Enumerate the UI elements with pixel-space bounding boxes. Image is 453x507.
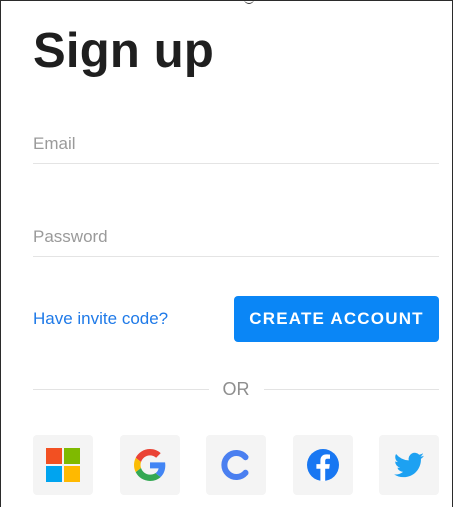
password-field[interactable]: [33, 220, 439, 254]
window-edge-fragment: [244, 0, 254, 4]
actions-row: Have invite code? CREATE ACCOUNT: [33, 296, 439, 342]
twitter-login-button[interactable]: [379, 435, 439, 495]
divider-line-left: [33, 388, 209, 390]
microsoft-icon: [46, 448, 80, 482]
facebook-icon: [306, 449, 339, 481]
c-logo-icon: [220, 449, 252, 481]
social-login-row: [33, 435, 439, 495]
or-divider: OR: [33, 377, 439, 401]
twitter-icon: [394, 450, 424, 480]
invite-code-link[interactable]: Have invite code?: [33, 309, 168, 329]
facebook-login-button[interactable]: [292, 435, 353, 495]
microsoft-login-button[interactable]: [33, 435, 93, 495]
signup-content: Sign up Have invite code? CREATE ACCOUNT…: [33, 23, 439, 495]
or-label: OR: [222, 378, 250, 399]
divider-line-right: [263, 388, 439, 390]
page-title: Sign up: [33, 24, 215, 78]
password-field-wrapper: [33, 220, 439, 257]
signup-card: Sign up Have invite code? CREATE ACCOUNT…: [0, 0, 453, 507]
email-field-wrapper: [33, 127, 439, 164]
c-login-button[interactable]: [206, 435, 266, 495]
google-icon: [133, 449, 166, 481]
create-account-button[interactable]: CREATE ACCOUNT: [234, 296, 439, 342]
email-field[interactable]: [33, 127, 439, 161]
google-login-button[interactable]: [119, 435, 180, 495]
